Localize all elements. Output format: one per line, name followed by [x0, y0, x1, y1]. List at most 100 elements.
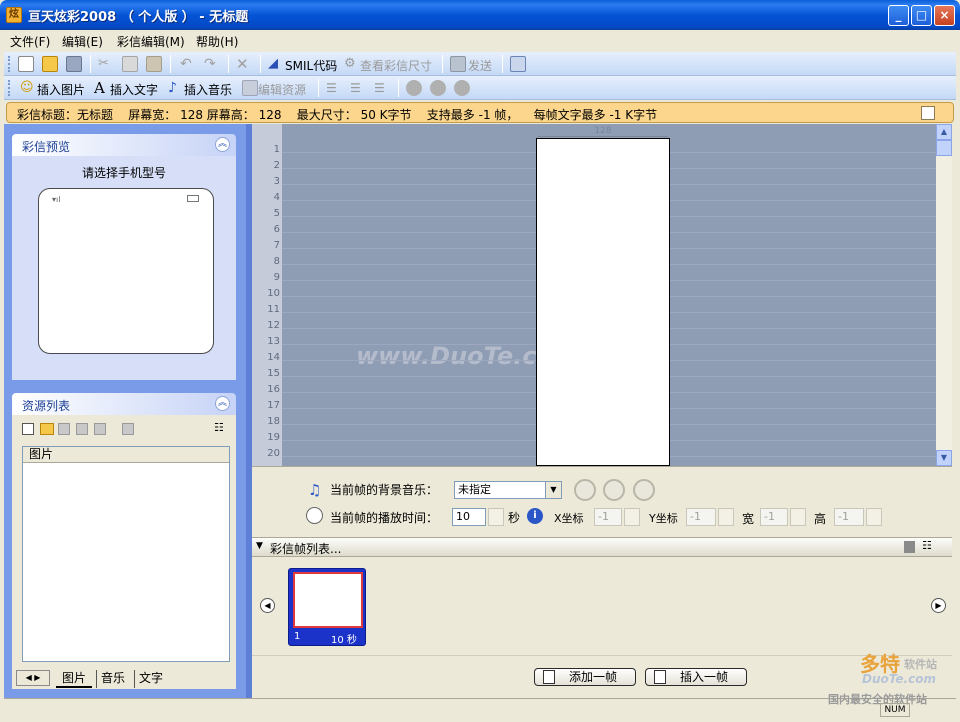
menu-edit[interactable]: 编辑(E): [62, 33, 103, 50]
height-input[interactable]: -1: [834, 508, 864, 526]
open-folder-icon[interactable]: [42, 56, 58, 72]
x-coord-input[interactable]: -1: [594, 508, 622, 526]
edit-icon[interactable]: [122, 423, 134, 435]
add-frame-button[interactable]: 添加一帧: [534, 668, 636, 686]
list-view-icon[interactable]: ☷: [922, 539, 932, 552]
y-coord-input[interactable]: -1: [686, 508, 716, 526]
align-left-icon[interactable]: ☰: [326, 80, 342, 96]
insert-text-button[interactable]: 插入文字: [110, 81, 158, 98]
insert-frame-button[interactable]: 插入一帧: [645, 668, 747, 686]
redo-icon[interactable]: ↷: [204, 56, 220, 72]
add-frame-icon: [543, 670, 555, 684]
export-icon[interactable]: [58, 423, 70, 435]
resource-panel-header[interactable]: 资源列表 ︽: [12, 393, 236, 415]
save-icon[interactable]: [66, 56, 82, 72]
chevron-down-icon[interactable]: ▼: [545, 482, 561, 498]
menu-mms-edit[interactable]: 彩信编辑(M): [117, 33, 185, 50]
italic-icon[interactable]: [430, 80, 446, 96]
resource-list[interactable]: 图片: [22, 446, 230, 662]
copy-icon[interactable]: [122, 56, 138, 72]
list-view-icon[interactable]: ☷: [214, 421, 224, 434]
collapse-triangle-icon[interactable]: ▼: [256, 541, 263, 551]
properties-icon[interactable]: [921, 106, 935, 120]
trash-icon[interactable]: [94, 423, 106, 435]
import-icon[interactable]: [22, 423, 34, 435]
toolbar-separator: [502, 55, 503, 73]
y-coord-spinner[interactable]: [718, 508, 734, 526]
insert-toolbar: ☺ 插入图片 A 插入文字 ♪ 插入音乐 编辑资源 ☰ ☰ ☰: [4, 76, 956, 100]
new-file-icon[interactable]: [18, 56, 34, 72]
row-number: 11: [267, 304, 280, 315]
smil-code-button[interactable]: SMIL代码: [285, 57, 337, 74]
preview-panel-header[interactable]: 彩信预览 ︽: [12, 134, 236, 156]
width-input[interactable]: -1: [760, 508, 788, 526]
height-spinner[interactable]: [866, 508, 882, 526]
undo-icon[interactable]: ↶: [180, 56, 196, 72]
insert-image-button[interactable]: 插入图片: [37, 81, 85, 98]
x-coord-spinner[interactable]: [624, 508, 640, 526]
frame-thumbnail[interactable]: 1 10 秒: [288, 568, 366, 646]
toolbar-separator: [442, 55, 443, 73]
insert-music-button[interactable]: 插入音乐: [184, 81, 232, 98]
menu-help[interactable]: 帮助(H): [196, 33, 238, 50]
folder-icon[interactable]: [40, 423, 54, 435]
insert-music-icon: ♪: [168, 80, 177, 96]
align-right-icon[interactable]: ☰: [374, 80, 390, 96]
play-time-input[interactable]: 10: [452, 508, 486, 526]
height-label: 高: [814, 512, 827, 526]
toolbar-separator: [260, 55, 261, 73]
toolbar-grip[interactable]: [8, 56, 11, 72]
send-button[interactable]: 发送: [468, 57, 492, 74]
underline-icon[interactable]: [454, 80, 470, 96]
scroll-up-button[interactable]: ▲: [936, 124, 952, 140]
insert-image-icon: ☺: [20, 80, 34, 95]
status-bar: 国内最安全的软件站 NUM: [4, 693, 956, 718]
preview-device-icon[interactable]: [510, 56, 526, 72]
pause-music-button[interactable]: [633, 479, 655, 501]
row-number: 9: [273, 272, 280, 283]
menu-file[interactable]: 文件(F): [10, 33, 50, 50]
bg-music-select[interactable]: 未指定 ▼: [454, 481, 562, 499]
menu-bar: 文件(F) 编辑(E) 彩信编辑(M) 帮助(H): [4, 30, 956, 50]
collapse-icon[interactable]: ︽: [215, 137, 230, 152]
phone-preview: ▾ıl: [38, 188, 214, 354]
width-spinner[interactable]: [790, 508, 806, 526]
scroll-thumb[interactable]: [936, 140, 952, 156]
tab-text[interactable]: 文字: [134, 670, 167, 688]
rename-icon[interactable]: [76, 423, 88, 435]
collapse-icon[interactable]: ︽: [215, 396, 230, 411]
phone-model-prompt[interactable]: 请选择手机型号: [12, 164, 236, 181]
maximize-button[interactable]: □: [911, 5, 932, 26]
mms-info-bar: 彩信标题：无标题 屏幕宽： 128 屏幕高： 128 最大尺寸： 50 K字节 …: [6, 102, 954, 123]
row-number: 10: [267, 288, 280, 299]
mms-canvas[interactable]: [536, 138, 670, 466]
play-music-button[interactable]: [574, 479, 596, 501]
stop-music-button[interactable]: [603, 479, 625, 501]
paste-icon[interactable]: [146, 56, 162, 72]
resource-column-header[interactable]: 图片: [23, 447, 229, 463]
toolbar-grip[interactable]: [8, 80, 11, 96]
minimize-button[interactable]: _: [888, 5, 909, 26]
tab-music[interactable]: 音乐: [96, 670, 129, 688]
tab-images[interactable]: 图片: [56, 670, 93, 688]
mms-info-text: 彩信标题：无标题 屏幕宽： 128 屏幕高： 128 最大尺寸： 50 K字节 …: [17, 108, 658, 122]
editor-scrollbar[interactable]: ▲ ▼: [936, 124, 952, 466]
toolbar-separator: [398, 79, 399, 97]
scroll-down-button[interactable]: ▼: [936, 450, 952, 466]
title-bar[interactable]: 炫 亘天炫彩2008 （ 个人版 ） - 无标题 _ □ ×: [0, 0, 960, 30]
bold-icon[interactable]: [406, 80, 422, 96]
scroll-left-icon[interactable]: ◀: [260, 598, 275, 613]
close-button[interactable]: ×: [934, 5, 955, 26]
info-icon[interactable]: i: [527, 508, 543, 524]
edit-resource-button[interactable]: 编辑资源: [258, 81, 306, 98]
trash-icon[interactable]: [904, 541, 915, 553]
play-time-spinner[interactable]: [488, 508, 504, 526]
view-mms-size-button[interactable]: 查看彩信尺寸: [360, 57, 432, 74]
frame-list-header[interactable]: ▼ 彩信帧列表... ☷: [252, 537, 952, 557]
delete-icon[interactable]: ✕: [236, 56, 252, 72]
cut-icon[interactable]: ✂: [98, 56, 114, 72]
align-center-icon[interactable]: ☰: [350, 80, 366, 96]
width-label: 宽: [742, 512, 755, 526]
tab-scroll-arrows[interactable]: ◀ ▶: [16, 670, 50, 686]
scroll-right-icon[interactable]: ▶: [931, 598, 946, 613]
